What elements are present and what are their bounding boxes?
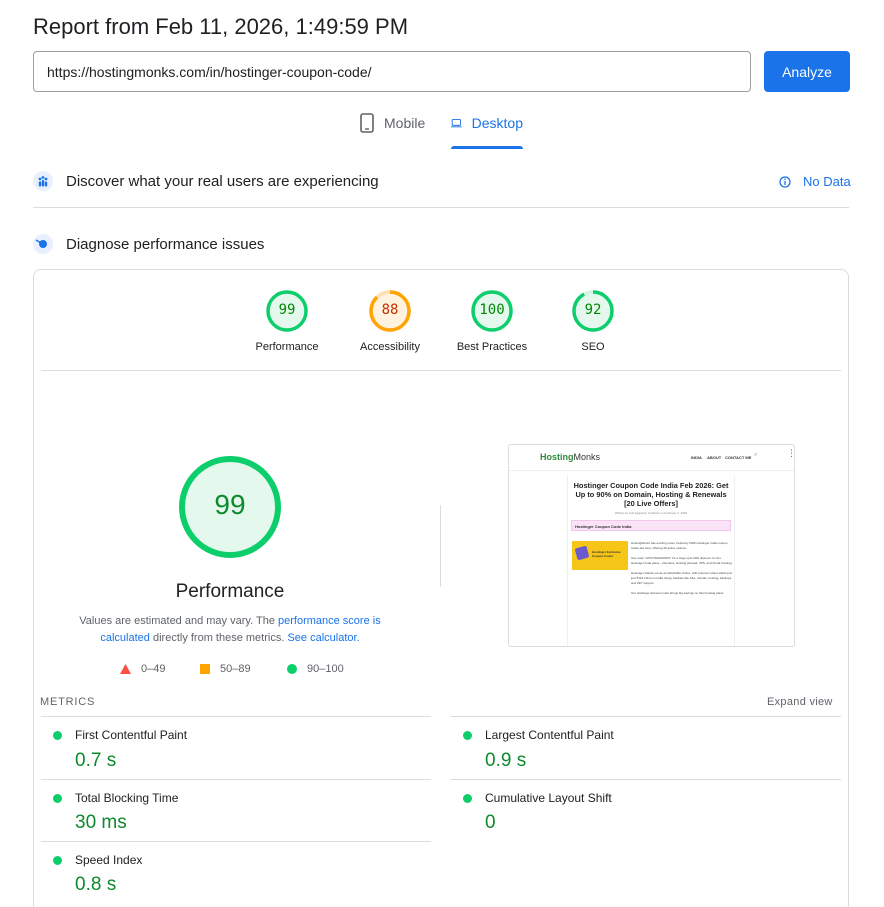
site-menu-icon: ⋮ <box>787 449 794 458</box>
divider <box>41 716 431 717</box>
site-logo: HostingMonks <box>540 452 601 462</box>
see-calculator-link[interactable]: See calculator. <box>287 632 359 644</box>
pass-indicator <box>53 856 62 865</box>
category-gauge-performance[interactable]: 99 Performance <box>242 289 332 353</box>
expand-view-toggle[interactable]: Expand view <box>767 696 833 708</box>
article-paragraph: Hostinger stands out as an affordable ch… <box>631 571 732 585</box>
divider <box>33 207 849 208</box>
legend-range: 50–89 <box>220 663 251 675</box>
gauge-score: 88 <box>381 302 399 318</box>
desc-text: directly from these metrics. <box>149 632 288 644</box>
analyze-button[interactable]: Analyze <box>764 51 850 92</box>
site-nav-item: CONTACT ME <box>725 455 752 460</box>
divider <box>41 779 431 780</box>
page-title: Report from Feb 11, 2026, 1:49:59 PM <box>33 14 409 39</box>
metric-name-cls: Cumulative Layout Shift <box>485 791 612 805</box>
active-tab-indicator <box>451 146 523 149</box>
legend-fail: 0–49 <box>120 663 165 675</box>
legend-average: 50–89 <box>200 663 251 675</box>
no-data-link[interactable]: No Data <box>779 174 851 189</box>
pass-indicator <box>53 731 62 740</box>
metric-name-fcp: First Contentful Paint <box>75 728 188 742</box>
promo-graphic <box>574 545 590 561</box>
gauge-score: 100 <box>479 302 505 318</box>
article-heading: Hostinger Coupon Code India Feb 2026: Ge… <box>573 481 729 508</box>
diagnose-icon <box>33 234 53 259</box>
page-screenshot: HostingMonks INDIA ABOUT CONTACT ME ⌕ ⋮ … <box>508 444 795 647</box>
performance-description: Values are estimated and may vary. The p… <box>75 613 385 647</box>
divider <box>440 505 441 587</box>
divider <box>451 716 841 717</box>
pass-indicator <box>463 794 472 803</box>
performance-label: Performance <box>175 581 285 602</box>
metric-value-tbt: 30 ms <box>75 812 127 833</box>
promo-label: Hostinger Exclusive Coupon Codes <box>592 550 621 558</box>
phone-icon <box>360 113 374 133</box>
circle-icon <box>287 664 297 674</box>
metric-value-si: 0.8 s <box>75 874 117 895</box>
square-icon <box>200 664 210 674</box>
divider <box>41 841 431 842</box>
category-gauge-best-practices[interactable]: 100 Best Practices <box>447 289 537 353</box>
pass-indicator <box>53 794 62 803</box>
gauge-label: Accessibility <box>360 341 420 353</box>
metric-name-tbt: Total Blocking Time <box>75 791 179 805</box>
toc-box: Hostinger Coupon Code India <box>571 520 731 531</box>
legend-pass: 90–100 <box>287 663 344 675</box>
gauge-label: Best Practices <box>456 341 528 353</box>
article-body: HostingMonks has exciting news: February… <box>631 541 733 596</box>
legend-range: 90–100 <box>307 663 344 675</box>
divider <box>41 370 841 371</box>
performance-score: 99 <box>214 489 246 520</box>
desc-text: Values are estimated and may vary. The <box>79 615 278 627</box>
gauge-score: 99 <box>278 302 296 318</box>
article-column: Hostinger Coupon Code India Feb 2026: Ge… <box>567 475 735 646</box>
article-paragraph: HostingMonks has exciting news: February… <box>631 541 728 550</box>
category-gauge-accessibility[interactable]: 88 Accessibility <box>345 289 435 353</box>
article-paragraph: Use code "HOSTINGMONKS" for a huge upto … <box>631 556 733 565</box>
triangle-icon <box>120 664 131 674</box>
article-byline: Written by Anil Agarwal | Updated on Feb… <box>614 511 688 515</box>
pass-indicator <box>463 731 472 740</box>
tab-mobile-label: Mobile <box>384 115 426 131</box>
category-gauge-seo[interactable]: 92 SEO <box>548 289 638 353</box>
field-data-title: Discover what your real users are experi… <box>66 173 379 190</box>
metric-value-lcp: 0.9 s <box>485 750 527 771</box>
metric-value-cls: 0 <box>485 812 496 833</box>
tab-mobile[interactable]: Mobile <box>360 113 426 150</box>
promo-image: Hostinger Exclusive Coupon Codes <box>572 541 628 570</box>
tab-desktop[interactable]: Desktop <box>451 114 523 150</box>
gauge-score: 92 <box>584 302 602 318</box>
metric-name-si: Speed Index <box>75 853 143 867</box>
info-icon <box>779 175 791 188</box>
divider <box>451 779 841 780</box>
metrics-heading: METRICS <box>40 696 96 708</box>
tab-desktop-label: Desktop <box>471 115 523 131</box>
gauge-label: Performance <box>255 341 319 353</box>
performance-gauge-large: 99 <box>177 454 283 560</box>
site-nav-item: ABOUT <box>707 455 722 460</box>
users-icon <box>33 171 53 196</box>
gauge-label: SEO <box>581 341 605 353</box>
url-input[interactable] <box>33 51 751 92</box>
site-nav-item: INDIA <box>691 455 702 460</box>
screenshot-header: HostingMonks INDIA ABOUT CONTACT ME ⌕ ⋮ <box>509 445 794 471</box>
legend-range: 0–49 <box>141 663 166 675</box>
diagnose-title: Diagnose performance issues <box>66 236 265 253</box>
metric-name-lcp: Largest Contentful Paint <box>485 728 614 742</box>
site-search-icon: ⌕ <box>754 452 758 458</box>
metric-value-fcp: 0.7 s <box>75 750 117 771</box>
laptop-icon <box>451 118 462 128</box>
no-data-label: No Data <box>803 174 851 189</box>
article-paragraph: Our Hostinger discount code brings big s… <box>631 591 725 595</box>
